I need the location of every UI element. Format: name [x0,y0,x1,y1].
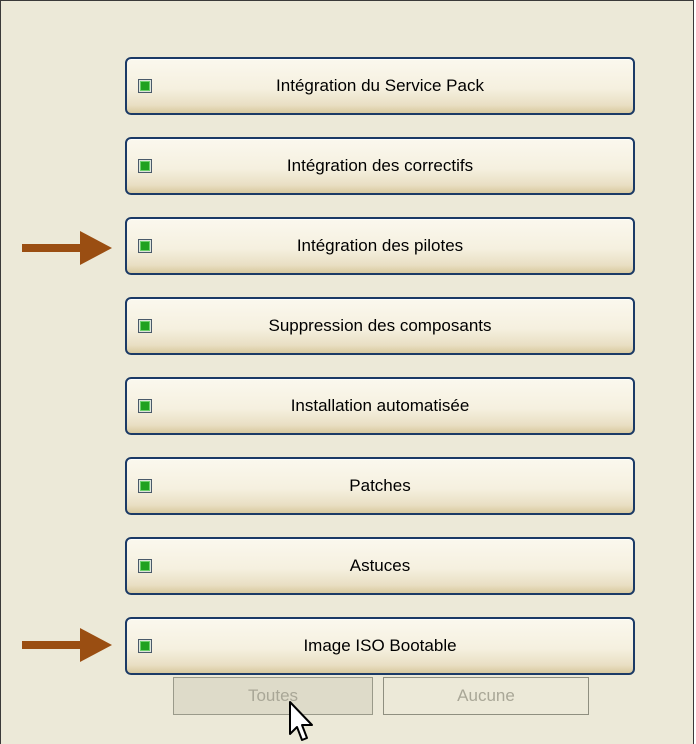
select-none-label: Aucune [457,686,515,705]
checkbox-checked-indicator [140,161,150,171]
highlight-arrow-icon [22,628,112,662]
hotfixes-checkbox[interactable] [138,159,152,173]
task-unattended-setup-button[interactable]: Installation automatisée [125,377,635,435]
highlight-arrow-icon [22,231,112,265]
task-drivers-button[interactable]: Intégration des pilotes [125,217,635,275]
task-label: Installation automatisée [290,396,470,415]
tweaks-checkbox[interactable] [138,559,152,573]
checkbox-checked-indicator [140,321,150,331]
checkbox-checked-indicator [140,81,150,91]
select-none-button[interactable]: Aucune [383,677,589,715]
task-label: Suppression des composants [268,316,492,335]
task-patches-button[interactable]: Patches [125,457,635,515]
task-bootable-iso-button[interactable]: Image ISO Bootable [125,617,635,675]
task-label: Patches [349,476,411,495]
select-all-button[interactable]: Toutes [173,677,373,715]
task-hotfixes-button[interactable]: Intégration des correctifs [125,137,635,195]
patches-checkbox[interactable] [138,479,152,493]
bootable-iso-checkbox[interactable] [138,639,152,653]
task-components-removal-button[interactable]: Suppression des composants [125,297,635,355]
task-tweaks-button[interactable]: Astuces [125,537,635,595]
task-label: Intégration des pilotes [296,236,464,255]
service-pack-checkbox[interactable] [138,79,152,93]
task-label: Intégration du Service Pack [276,76,484,95]
checkbox-checked-indicator [140,641,150,651]
task-label: Intégration des correctifs [286,156,474,175]
unattended-setup-checkbox[interactable] [138,399,152,413]
task-label: Image ISO Bootable [303,636,457,655]
components-removal-checkbox[interactable] [138,319,152,333]
task-service-pack-button[interactable]: Intégration du Service Pack [125,57,635,115]
checkbox-checked-indicator [140,241,150,251]
drivers-checkbox[interactable] [138,239,152,253]
checkbox-checked-indicator [140,561,150,571]
mouse-pointer-icon [289,701,313,741]
checkbox-checked-indicator [140,401,150,411]
checkbox-checked-indicator [140,481,150,491]
task-label: Astuces [349,556,411,575]
